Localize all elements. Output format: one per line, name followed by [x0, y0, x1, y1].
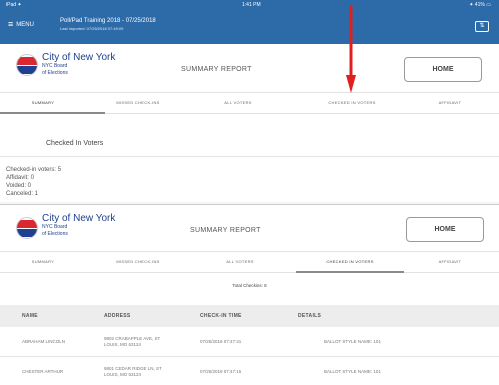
stat-canceled: Canceled: 1: [6, 191, 39, 197]
address-line2: LOUIS, MO 63124: [104, 372, 142, 377]
last-imported: Last Imported: 07/25/2018 07:49:09: [60, 26, 124, 31]
tab-summary[interactable]: SUMMARY: [8, 93, 78, 113]
stat-affidavit: Affidavit: 0: [6, 175, 34, 181]
nyc-board-logo: [16, 54, 38, 76]
tab-checked-in-voters[interactable]: CHECKED IN VOTERS: [302, 93, 402, 113]
battery-indicator: ✦ 41% ▭: [469, 2, 491, 8]
voter-address: 9801 CEDAR RIDGE LN, ST LOUIS, MO 63124: [104, 366, 162, 378]
tab-all-voters[interactable]: ALL VOTERS: [198, 93, 278, 113]
org-name: City of New York NYC Board of Elections: [42, 213, 115, 238]
tab-missed-check-ins[interactable]: MISSED CHECK-INS: [98, 93, 178, 113]
checked-in-voters-panel: City of New York NYC Board of Elections …: [0, 204, 499, 385]
org-line2: NYC Board: [42, 224, 68, 230]
voter-name: ABRAHAM LINCOLN: [22, 339, 66, 344]
tab-missed-check-ins[interactable]: MISSED CHECK-INS: [98, 252, 178, 272]
column-header-name[interactable]: NAME: [22, 305, 38, 327]
table-header: NAME ADDRESS CHECK-IN TIME DETAILS: [0, 305, 499, 327]
stat-voided: Voided: 0: [6, 183, 32, 189]
home-button[interactable]: HOME: [404, 57, 482, 82]
org-line1: City of New York: [42, 52, 116, 63]
ballot-details: BALLOT STYLE NAME: 101: [324, 369, 381, 374]
org-name: City of New York NYC Board of Elections: [42, 52, 115, 77]
table-row[interactable]: CHESTER ARTHUR 9801 CEDAR RIDGE LN, ST L…: [0, 357, 499, 385]
menu-label: MENU: [16, 21, 34, 28]
total-checkins: Total Checkins: 8: [232, 283, 267, 288]
tab-checked-in-voters[interactable]: CHECKED IN VOTERS: [300, 252, 400, 272]
column-header-check-in-time[interactable]: CHECK-IN TIME: [200, 305, 242, 327]
summary-panel: City of New York NYC Board of Elections …: [0, 44, 499, 202]
org-line3: of Elections: [42, 231, 68, 237]
tab-all-voters[interactable]: ALL VOTERS: [200, 252, 280, 272]
active-tab-indicator: [296, 271, 404, 273]
app-status-bar: iPad ✦ 1:41 PM ✦ 41% ▭ ≡ MENU Poll/Pad T…: [0, 0, 499, 44]
check-in-time: 07/25/2018 07:47:31: [200, 339, 242, 344]
checkin-stats: Checked-in voters: 5 Affidavit: 0 Voided…: [6, 166, 61, 198]
hamburger-icon: ≡: [8, 19, 14, 29]
org-line2: NYC Board: [42, 63, 68, 69]
voter-name: CHESTER ARTHUR: [22, 369, 64, 374]
stat-checked-in: Checked-in voters: 5: [6, 167, 62, 173]
org-line3: of Elections: [42, 70, 68, 76]
sync-button[interactable]: ⇅: [475, 21, 489, 32]
report-tabs: SUMMARY MISSED CHECK-INS ALL VOTERS CHEC…: [0, 92, 499, 114]
tab-summary[interactable]: SUMMARY: [8, 252, 78, 272]
tab-affidavit[interactable]: AFFIDAVIT: [415, 93, 485, 113]
red-arrow-icon: [346, 5, 356, 93]
address-line2: LOUIS, MO 63124: [104, 342, 142, 347]
carrier-label: iPad ✦: [6, 2, 22, 8]
active-tab-indicator: [0, 112, 105, 114]
report-header: City of New York NYC Board of Elections …: [0, 205, 499, 249]
page-title: SUMMARY REPORT: [181, 66, 252, 73]
voter-address: 9802 CRABAPPLE AVE, ST LOUIS, MO 63124: [104, 336, 160, 348]
home-button[interactable]: HOME: [406, 217, 484, 242]
column-header-details[interactable]: DETAILS: [298, 305, 321, 327]
menu-button[interactable]: ≡ MENU: [8, 20, 34, 29]
report-header: City of New York NYC Board of Elections …: [0, 44, 499, 88]
report-tabs: SUMMARY MISSED CHECK-INS ALL VOTERS CHEC…: [0, 251, 499, 273]
sync-icon: ⇅: [479, 23, 485, 29]
section-title: Checked In Voters: [46, 140, 104, 147]
clock-label: 1:41 PM: [242, 2, 261, 8]
org-line1: City of New York: [42, 213, 116, 224]
tab-affidavit[interactable]: AFFIDAVIT: [415, 252, 485, 272]
table-row[interactable]: ABRAHAM LINCOLN 9802 CRABAPPLE AVE, ST L…: [0, 327, 499, 357]
divider: [0, 156, 499, 157]
nyc-board-logo: [16, 217, 38, 239]
check-in-time: 07/25/2018 07:47:15: [200, 369, 242, 374]
ballot-details: BALLOT STYLE NAME: 101: [324, 339, 381, 344]
page-title: SUMMARY REPORT: [190, 227, 261, 234]
event-info: Poll/Pad Training 2018 - 07/25/2018 Last…: [60, 17, 156, 33]
column-header-address[interactable]: ADDRESS: [104, 305, 131, 327]
event-name: Poll/Pad Training 2018 - 07/25/2018: [60, 18, 156, 24]
